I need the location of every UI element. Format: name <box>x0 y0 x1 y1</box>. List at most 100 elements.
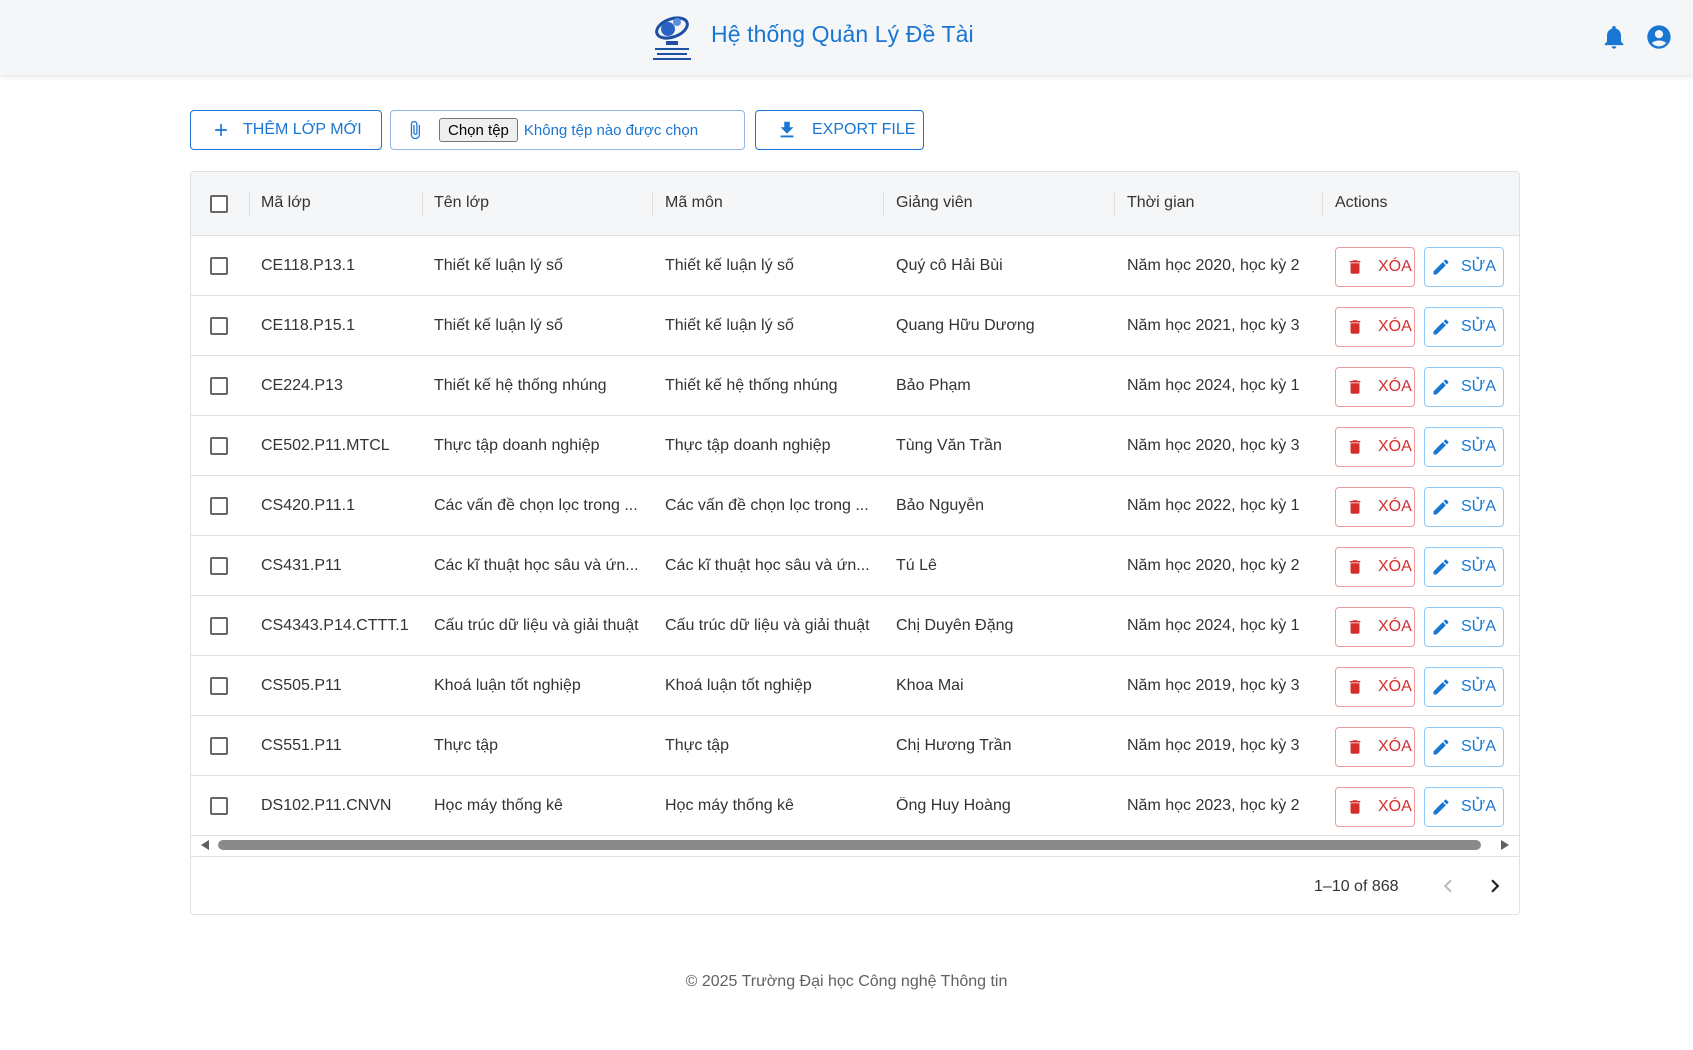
column-separator[interactable] <box>422 192 423 216</box>
scroll-left-arrow-icon[interactable] <box>201 840 209 850</box>
edit-label: SỬA <box>1461 798 1497 815</box>
column-header-thoi-gian[interactable]: Thời gian <box>1127 194 1194 212</box>
delete-label: XÓA <box>1378 558 1412 575</box>
delete-button[interactable]: XÓA <box>1335 427 1415 467</box>
cell-ma-lop: DS102.P11.CNVN <box>261 797 392 814</box>
cell-ten-lop: Thiết kế luận lý số <box>434 257 563 274</box>
table-row[interactable]: DS102.P11.CNVN Học máy thống kê Học máy th… <box>191 776 1519 836</box>
column-separator[interactable] <box>249 192 250 216</box>
row-checkbox[interactable] <box>210 377 228 395</box>
cell-ten-lop: Thiết kế luận lý số <box>434 317 563 334</box>
delete-button[interactable]: XÓA <box>1335 667 1415 707</box>
delete-label: XÓA <box>1378 678 1412 695</box>
pencil-icon <box>1431 797 1451 817</box>
delete-button[interactable]: XÓA <box>1335 247 1415 287</box>
uit-logo[interactable] <box>651 12 693 62</box>
table-row[interactable]: CS505.P11 Khoá luận tốt nghiệp Khoá luận t… <box>191 656 1519 716</box>
edit-label: SỬA <box>1461 258 1497 275</box>
cell-ten-lop: Thiết kế hệ thống nhúng <box>434 377 607 394</box>
table-row[interactable]: CE502.P11.MTCL Thực tập doanh nghiệp Thực … <box>191 416 1519 476</box>
add-class-button[interactable]: THÊM LỚP MỚI <box>190 110 382 150</box>
edit-button[interactable]: SỬA <box>1424 427 1504 467</box>
row-checkbox[interactable] <box>210 617 228 635</box>
edit-button[interactable]: SỬA <box>1424 487 1504 527</box>
edit-button[interactable]: SỬA <box>1424 667 1504 707</box>
scroll-right-arrow-icon[interactable] <box>1501 840 1509 850</box>
table-row[interactable]: CS431.P11 Các kĩ thuật học sâu và ứn... Cá… <box>191 536 1519 596</box>
scrollbar-thumb[interactable] <box>218 840 1481 850</box>
row-checkbox[interactable] <box>210 797 228 815</box>
table-row[interactable]: CS551.P11 Thực tập Thực tập Chị Hương Trần N… <box>191 716 1519 776</box>
column-separator[interactable] <box>652 192 653 216</box>
row-checkbox[interactable] <box>210 677 228 695</box>
cell-thoi-gian: Năm học 2024, học kỳ 1 <box>1127 377 1300 394</box>
previous-page-icon[interactable] <box>1435 873 1461 899</box>
edit-button[interactable]: SỬA <box>1424 307 1504 347</box>
table-row[interactable]: CE118.P15.1 Thiết kế luận lý số Thiết kế l… <box>191 296 1519 356</box>
cell-ma-mon: Cấu trúc dữ liệu và giải thuật <box>665 617 870 634</box>
copyright-footer: © 2025 Trường Đại học Công nghệ Thông ti… <box>685 973 1008 990</box>
row-checkbox[interactable] <box>210 437 228 455</box>
edit-button[interactable]: SỬA <box>1424 727 1504 767</box>
cell-ma-lop: CS4343.P14.CTTT.1 <box>261 617 409 634</box>
column-separator[interactable] <box>1114 192 1115 216</box>
edit-button[interactable]: SỬA <box>1424 367 1504 407</box>
column-separator[interactable] <box>1322 192 1323 216</box>
cell-ten-lop: Cấu trúc dữ liệu và giải thuật <box>434 617 639 634</box>
table-row[interactable]: CS420.P11.1 Các vấn đề chọn lọc trong ...… <box>191 476 1519 536</box>
file-upload-field[interactable]: Chọn tệp Không tệp nào được chọn <box>390 110 745 150</box>
delete-button[interactable]: XÓA <box>1335 307 1415 347</box>
delete-button[interactable]: XÓA <box>1335 547 1415 587</box>
delete-button[interactable]: XÓA <box>1335 727 1415 767</box>
table-row[interactable]: CE118.P13.1 Thiết kế luận lý số Thiết kế l… <box>191 236 1519 296</box>
download-icon <box>776 119 798 141</box>
choose-file-button[interactable]: Chọn tệp <box>439 118 518 142</box>
cell-giang-vien: Tùng Văn Trần <box>896 437 1002 454</box>
delete-button[interactable]: XÓA <box>1335 367 1415 407</box>
pencil-icon <box>1431 377 1451 397</box>
table-row[interactable]: CS4343.P14.CTTT.1 Cấu trúc dữ liệu và giả… <box>191 596 1519 656</box>
trash-icon <box>1346 258 1364 276</box>
select-all-checkbox[interactable] <box>210 195 228 213</box>
column-header-ma-mon[interactable]: Mã môn <box>665 194 723 212</box>
table-row[interactable]: CE224.P13 Thiết kế hệ thống nhúng Thiết kế… <box>191 356 1519 416</box>
delete-button[interactable]: XÓA <box>1335 787 1415 827</box>
column-separator[interactable] <box>883 192 884 216</box>
delete-label: XÓA <box>1378 498 1412 515</box>
trash-icon <box>1346 798 1364 816</box>
delete-label: XÓA <box>1378 318 1412 335</box>
row-checkbox[interactable] <box>210 497 228 515</box>
edit-label: SỬA <box>1461 498 1497 515</box>
table-header: Mã lớp Tên lớp Mã môn Giảng viên Thời gi… <box>191 172 1519 236</box>
delete-button[interactable]: XÓA <box>1335 487 1415 527</box>
cell-ma-lop: CE118.P15.1 <box>261 317 355 334</box>
column-header-ten-lop[interactable]: Tên lớp <box>434 194 489 212</box>
edit-button[interactable]: SỬA <box>1424 787 1504 827</box>
export-file-button[interactable]: EXPORT FILE <box>755 110 924 150</box>
edit-button[interactable]: SỬA <box>1424 547 1504 587</box>
next-page-icon[interactable] <box>1482 873 1508 899</box>
cell-ten-lop: Khoá luận tốt nghiệp <box>434 677 581 694</box>
cell-ten-lop: Thực tập <box>434 737 499 754</box>
column-header-ma-lop[interactable]: Mã lớp <box>261 194 311 212</box>
edit-button[interactable]: SỬA <box>1424 607 1504 647</box>
row-checkbox[interactable] <box>210 557 228 575</box>
row-checkbox[interactable] <box>210 257 228 275</box>
trash-icon <box>1346 678 1364 696</box>
horizontal-scrollbar[interactable] <box>191 836 1519 854</box>
add-class-label: THÊM LỚP MỚI <box>243 121 362 138</box>
notification-bell-icon[interactable] <box>1600 23 1628 51</box>
cell-ma-mon: Thiết kế luận lý số <box>665 317 794 334</box>
row-checkbox[interactable] <box>210 317 228 335</box>
row-checkbox[interactable] <box>210 737 228 755</box>
column-header-giang-vien[interactable]: Giảng viên <box>896 194 973 212</box>
edit-button[interactable]: SỬA <box>1424 247 1504 287</box>
cell-thoi-gian: Năm học 2022, học kỳ 1 <box>1127 497 1300 514</box>
delete-label: XÓA <box>1378 798 1412 815</box>
cell-ma-lop: CS420.P11.1 <box>261 497 355 514</box>
account-circle-icon[interactable] <box>1645 23 1673 51</box>
cell-ma-mon: Thiết kế luận lý số <box>665 257 794 274</box>
delete-button[interactable]: XÓA <box>1335 607 1415 647</box>
attachment-icon <box>405 119 425 141</box>
cell-thoi-gian: Năm học 2019, học kỳ 3 <box>1127 677 1300 694</box>
